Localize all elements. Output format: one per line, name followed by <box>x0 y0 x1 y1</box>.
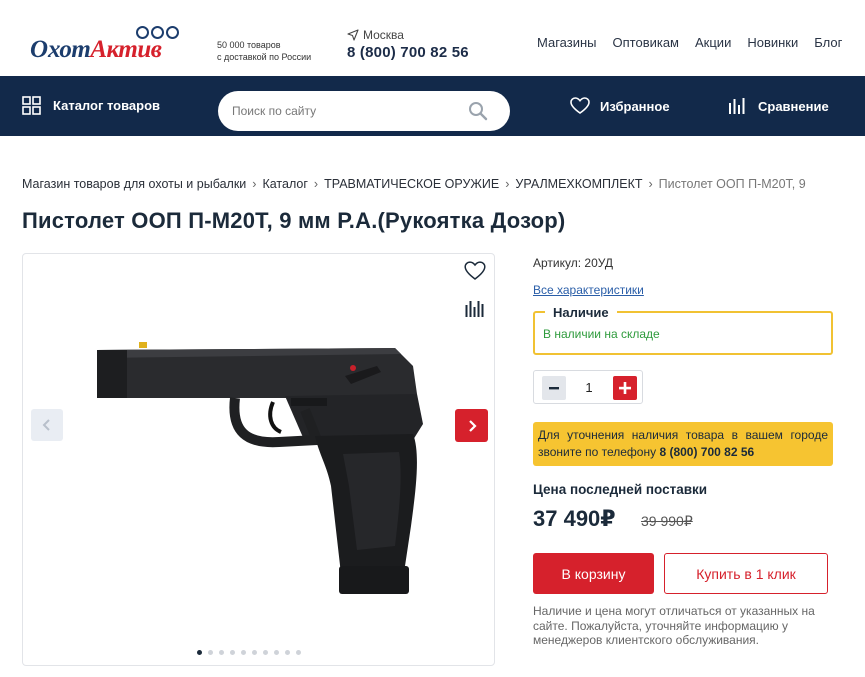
catalog-label: Каталог товаров <box>53 98 161 113</box>
gallery-dot[interactable] <box>241 650 246 655</box>
product-photo-pistol[interactable] <box>95 336 425 606</box>
quantity-input[interactable] <box>574 371 604 403</box>
city-selector[interactable]: Москва <box>347 28 469 42</box>
quantity-increase-button[interactable] <box>613 376 637 400</box>
nav-stores[interactable]: Магазины <box>537 35 597 50</box>
breadcrumb-separator-icon: › <box>648 177 653 191</box>
nav-wholesale[interactable]: Оптовикам <box>613 35 680 50</box>
breadcrumb-separator-icon: › <box>505 177 510 191</box>
current-price: 37 490₽ <box>533 506 616 531</box>
tagline: 50 000 товаров с доставкой по России <box>217 39 337 63</box>
add-to-compare-icon[interactable] <box>465 300 484 318</box>
breadcrumb-category[interactable]: ТРАВМАТИЧЕСКОЕ ОРУЖИЕ <box>324 177 499 191</box>
search-box <box>218 91 510 131</box>
gallery-prev-button[interactable] <box>31 409 63 441</box>
compare-bars-icon <box>729 98 745 114</box>
favorites-label: Избранное <box>600 98 670 114</box>
gallery-dot[interactable] <box>252 650 257 655</box>
gallery-dot[interactable] <box>263 650 268 655</box>
gallery-dot[interactable] <box>285 650 290 655</box>
chevron-right-icon <box>468 419 477 432</box>
product-sku: Артикул: 20УД <box>533 256 613 270</box>
price-label: Цена последней поставки <box>533 482 708 497</box>
search-input[interactable] <box>232 91 462 131</box>
logo-text-part2: Актив <box>90 36 162 63</box>
quantity-stepper <box>533 370 643 404</box>
gallery-dot[interactable] <box>197 650 202 655</box>
availability-title: Наличие <box>545 305 617 320</box>
location-arrow-icon <box>347 29 359 41</box>
gallery-dot[interactable] <box>274 650 279 655</box>
add-to-cart-button[interactable]: В корзину <box>533 553 654 594</box>
breadcrumb-current: Пистолет ООП П-М20Т, 9 <box>658 177 806 191</box>
breadcrumb: Магазин товаров для охоты и рыбалки › Ка… <box>22 177 806 191</box>
product-gallery <box>22 253 495 666</box>
phone-note-number[interactable]: 8 (800) 700 82 56 <box>659 445 754 459</box>
logo-text-part1: Охот <box>30 36 91 63</box>
breadcrumb-separator-icon: › <box>313 177 319 191</box>
gallery-dot[interactable] <box>219 650 224 655</box>
gallery-dot[interactable] <box>296 650 301 655</box>
header-phone[interactable]: 8 (800) 700 82 56 <box>347 44 469 61</box>
catalog-button[interactable]: Каталог товаров <box>22 96 160 115</box>
breadcrumb-brand[interactable]: УРАЛМЕХКОМПЛЕКТ <box>515 177 642 191</box>
availability-box: Наличие В наличии на складе <box>533 305 833 355</box>
availability-status: В наличии на складе <box>543 327 660 341</box>
gallery-next-button[interactable] <box>455 409 488 442</box>
gallery-pagination <box>197 650 301 655</box>
plus-icon <box>619 382 631 394</box>
main-navbar: Каталог товаров Избранное Сравнение <box>0 76 865 136</box>
tagline-line2: с доставкой по России <box>217 52 312 62</box>
nav-blog[interactable]: Блог <box>814 35 842 50</box>
heart-icon <box>570 97 590 114</box>
nav-promotions[interactable]: Акции <box>695 35 731 50</box>
gallery-dot[interactable] <box>208 650 213 655</box>
favorites-link[interactable]: Избранное <box>570 97 670 115</box>
add-to-favorites-heart-icon[interactable] <box>464 261 486 281</box>
compare-link[interactable]: Сравнение <box>728 97 829 115</box>
breadcrumb-home[interactable]: Магазин товаров для охоты и рыбалки <box>22 177 246 191</box>
search-icon[interactable] <box>468 101 488 121</box>
tagline-line1: 50 000 товаров <box>217 40 281 50</box>
city-label: Москва <box>363 28 404 42</box>
breadcrumb-catalog[interactable]: Каталог <box>262 177 307 191</box>
phone-availability-note: Для уточнения наличия товара в вашем гор… <box>533 422 833 466</box>
nav-new[interactable]: Новинки <box>747 35 798 50</box>
site-logo[interactable]: ОхотАктив <box>30 22 210 66</box>
chevron-left-icon <box>42 419 50 431</box>
compare-label: Сравнение <box>758 98 829 114</box>
all-specs-link[interactable]: Все характеристики <box>533 283 644 297</box>
top-header: ОхотАктив 50 000 товаров с доставкой по … <box>0 0 865 76</box>
buy-one-click-button[interactable]: Купить в 1 клик <box>664 553 828 594</box>
breadcrumb-separator-icon: › <box>252 177 257 191</box>
gallery-dot[interactable] <box>230 650 235 655</box>
top-nav: Магазины Оптовикам Акции Новинки Блог <box>537 35 842 50</box>
quantity-decrease-button[interactable] <box>542 376 566 400</box>
grid-icon <box>22 96 41 115</box>
price-disclaimer: Наличие и цена могут отличаться от указа… <box>533 604 815 647</box>
old-price: 39 990₽ <box>641 513 693 529</box>
page-title: Пистолет ООП П-М20Т, 9 мм Р.А.(Рукоятка … <box>22 208 566 233</box>
location-block: Москва 8 (800) 700 82 56 <box>347 28 469 61</box>
minus-icon <box>549 387 559 390</box>
